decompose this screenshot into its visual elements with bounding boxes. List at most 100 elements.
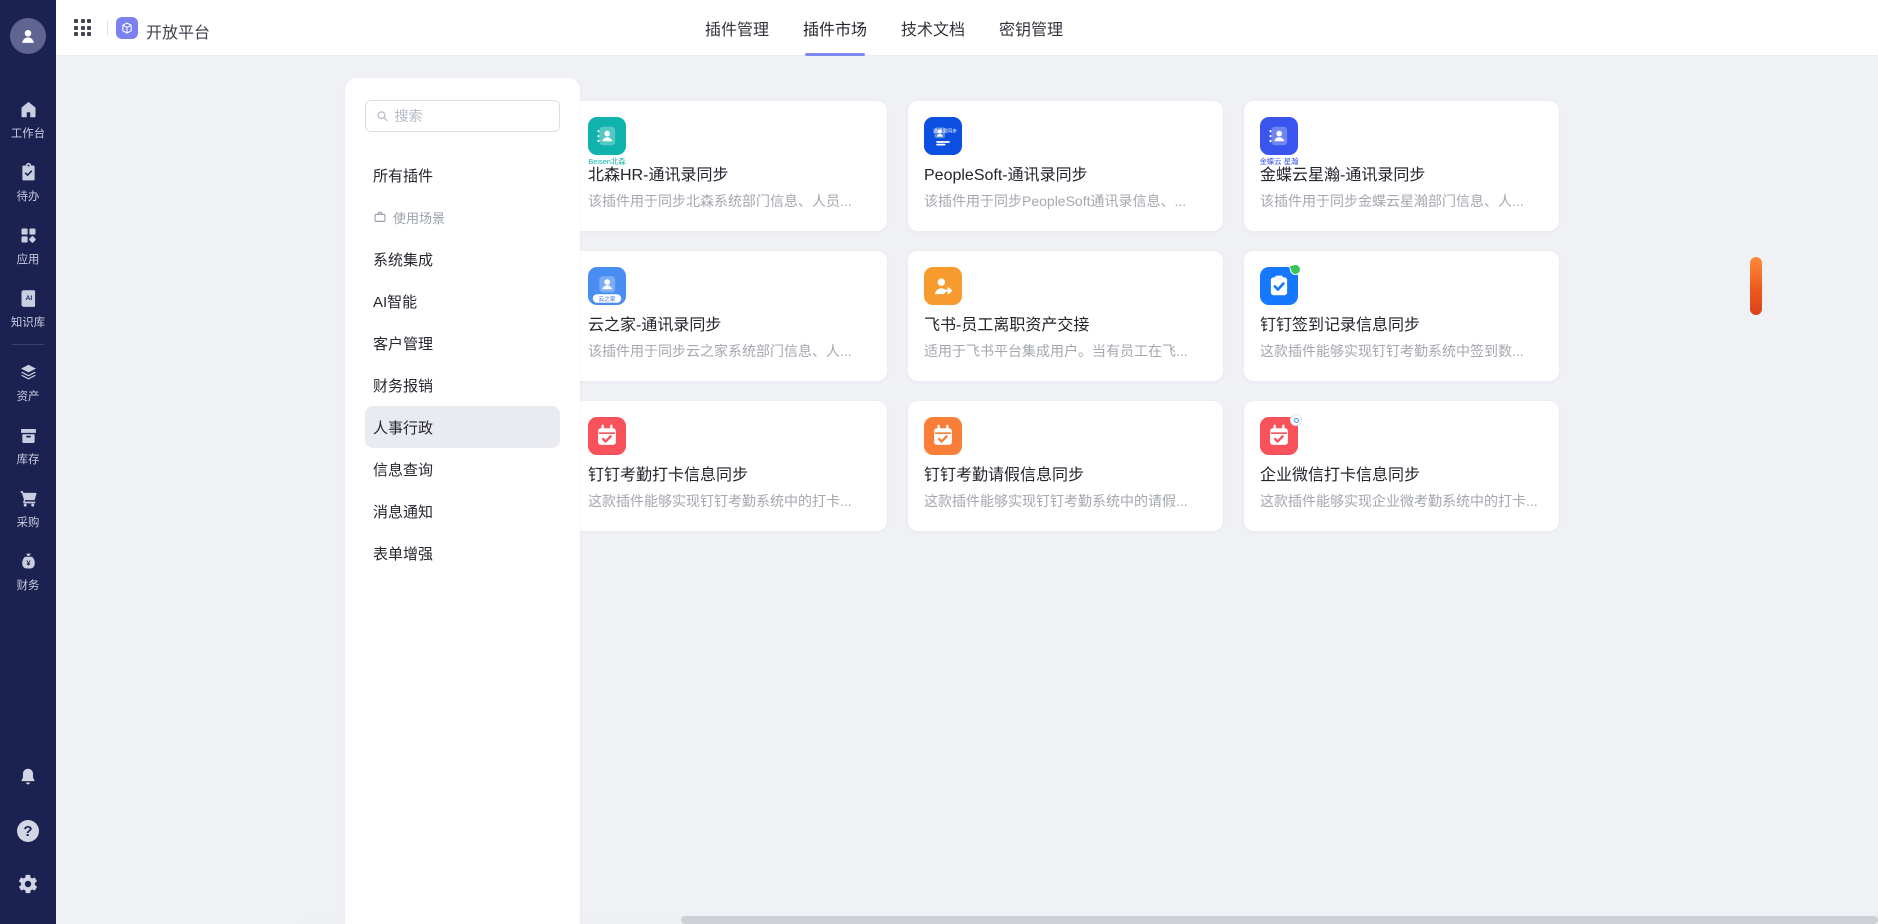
plugin-title: 北森HR-通讯录同步 (588, 161, 871, 185)
plugin-card[interactable]: 金蝶云 星瀚 金蝶云星瀚-通讯录同步 该插件用于同步金蝶云星瀚部门信息、人... (1244, 101, 1559, 231)
sidebar-item-todo[interactable]: 待办 (0, 151, 56, 214)
category-info-query[interactable]: 信息查询 (365, 448, 560, 490)
knowledge-base-icon: AI (18, 288, 39, 309)
plugin-card[interactable]: 通讯录同步 PeopleSoft-通讯录同步 该插件用于同步PeopleSoft… (908, 101, 1223, 231)
category-all-plugins[interactable]: 所有插件 (365, 154, 560, 196)
plugin-desc: 这款插件能够实现钉钉考勤系统中签到数... (1260, 341, 1545, 361)
scroll-indicator[interactable] (1750, 257, 1762, 315)
filter-panel: 所有插件 使用场景 系统集成 AI智能 客户管理 财务报销 人事行政 信息查询 … (345, 78, 580, 924)
user-avatar[interactable] (10, 18, 46, 54)
search-input[interactable] (395, 108, 550, 124)
plugin-title: PeopleSoft-通讯录同步 (924, 161, 1207, 185)
home-icon (18, 99, 39, 120)
plugin-desc: 该插件用于同步PeopleSoft通讯录信息、... (924, 191, 1209, 211)
page-title: 开放平台 (146, 19, 210, 43)
help-icon[interactable]: ? (15, 818, 41, 844)
plugin-grid: Beisen北森 北森HR-通讯录同步 该插件用于同步北森系统部门信息、人员..… (572, 101, 1559, 531)
settings-icon[interactable] (15, 871, 41, 897)
category-ai[interactable]: AI智能 (365, 280, 560, 322)
plugin-desc: 这款插件能够实现钉钉考勤系统中的打卡... (588, 491, 873, 511)
plugin-desc: 该插件用于同步北森系统部门信息、人员... (588, 191, 873, 211)
tab-key-management[interactable]: 密钥管理 (999, 0, 1063, 56)
plugin-card[interactable]: 飞书-员工离职资产交接 适用于飞书平台集成用户。当有员工在飞... (908, 251, 1223, 381)
plugin-desc: 这款插件能够实现钉钉考勤系统中的请假... (924, 491, 1209, 511)
rail-divider (12, 344, 44, 345)
plugin-card[interactable]: 钉钉签到记录信息同步 这款插件能够实现钉钉考勤系统中签到数... (1244, 251, 1559, 381)
sidebar-item-finance[interactable]: ¥ 财务 (0, 540, 56, 603)
contact-book-icon: 通讯录同步 (924, 117, 962, 155)
plugin-desc: 这款插件能够实现企业微考勤系统中的打卡... (1260, 491, 1545, 511)
plugin-title: 钉钉考勤打卡信息同步 (588, 461, 871, 485)
tab-plugin-market[interactable]: 插件市场 (803, 0, 867, 56)
category-section-header: 使用场景 (365, 196, 560, 238)
procurement-icon (18, 488, 39, 509)
category-list: 所有插件 使用场景 系统集成 AI智能 客户管理 财务报销 人事行政 信息查询 … (365, 154, 560, 574)
inventory-icon (18, 425, 39, 446)
assets-icon (18, 362, 39, 383)
category-system-integration[interactable]: 系统集成 (365, 238, 560, 280)
icon-inner-text: 通讯录同步 (933, 127, 957, 134)
sidebar-item-label: 采购 (17, 513, 40, 529)
plugin-title: 企业微信打卡信息同步 (1260, 461, 1543, 485)
finance-icon: ¥ (18, 551, 39, 572)
category-section-label: 使用场景 (393, 208, 445, 227)
clipboard-check-icon (1260, 267, 1298, 305)
plugin-desc: 适用于飞书平台集成用户。当有员工在飞... (924, 341, 1209, 361)
svg-text:AI: AI (25, 294, 32, 301)
bell-icon[interactable] (15, 764, 41, 790)
category-customer-management[interactable]: 客户管理 (365, 322, 560, 364)
plugin-title: 飞书-员工离职资产交接 (924, 311, 1207, 335)
icon-badge-label: 云之家 (593, 294, 622, 303)
sidebar-item-workbench[interactable]: 工作台 (0, 88, 56, 151)
plugin-title: 云之家-通讯录同步 (588, 311, 871, 335)
category-form-enhancement[interactable]: 表单增强 (365, 532, 560, 574)
plugin-card[interactable]: 钉钉考勤请假信息同步 这款插件能够实现钉钉考勤系统中的请假... (908, 401, 1223, 531)
briefcase-icon (373, 210, 387, 224)
plugin-card[interactable]: 云之家 云之家-通讯录同步 该插件用于同步云之家系统部门信息、人... (572, 251, 887, 381)
calendar-check-icon (588, 417, 626, 455)
person-icon (17, 25, 39, 47)
sidebar-item-label: 应用 (17, 250, 40, 266)
sidebar-item-label: 待办 (17, 187, 40, 203)
plugin-desc: 该插件用于同步金蝶云星瀚部门信息、人... (1260, 191, 1545, 211)
plugin-card[interactable]: 钉钉考勤打卡信息同步 这款插件能够实现钉钉考勤系统中的打卡... (572, 401, 887, 531)
sidebar-item-apps[interactable]: 应用 (0, 214, 56, 277)
calendar-check-icon (924, 417, 962, 455)
sidebar-item-label: 库存 (17, 450, 40, 466)
main-content: 所有插件 使用场景 系统集成 AI智能 客户管理 财务报销 人事行政 信息查询 … (56, 56, 1878, 924)
open-platform-logo-icon[interactable] (116, 17, 138, 39)
sidebar-item-knowledge-base[interactable]: AI 知识库 (0, 277, 56, 340)
category-hr-admin[interactable]: 人事行政 (365, 406, 560, 448)
sidebar-item-inventory[interactable]: 库存 (0, 414, 56, 477)
contact-book-icon (1260, 117, 1298, 155)
plugin-title: 钉钉签到记录信息同步 (1260, 311, 1543, 335)
plugin-card[interactable]: 企业微信打卡信息同步 这款插件能够实现企业微考勤系统中的打卡... (1244, 401, 1559, 531)
topbar-divider (107, 20, 108, 36)
todo-icon (18, 162, 39, 183)
sidebar-item-assets[interactable]: 资产 (0, 351, 56, 414)
sidebar-item-label: 财务 (17, 576, 40, 592)
contact-book-icon (588, 117, 626, 155)
topbar: 开放平台 插件管理 插件市场 技术文档 密钥管理 (56, 0, 1878, 56)
sidebar-item-procurement[interactable]: 采购 (0, 477, 56, 540)
sidebar-item-label: 知识库 (11, 313, 45, 329)
search-icon (376, 109, 389, 123)
horizontal-scrollbar-thumb[interactable] (681, 916, 1878, 924)
top-tabs: 插件管理 插件市场 技术文档 密钥管理 (705, 0, 1063, 56)
calendar-check-icon (1260, 417, 1298, 455)
plugin-desc: 该插件用于同步云之家系统部门信息、人... (588, 341, 873, 361)
tab-tech-docs[interactable]: 技术文档 (901, 0, 965, 56)
category-finance-reimbursement[interactable]: 财务报销 (365, 364, 560, 406)
contact-book-icon: 云之家 (588, 267, 626, 305)
sidebar-item-label: 资产 (17, 387, 40, 403)
plugin-title: 钉钉考勤请假信息同步 (924, 461, 1207, 485)
app-rail: 工作台 待办 应用 AI 知识库 资产 库存 采购 ¥ 财务 (0, 0, 56, 924)
person-arrow-icon (924, 267, 962, 305)
plugin-card[interactable]: Beisen北森 北森HR-通讯录同步 该插件用于同步北森系统部门信息、人员..… (572, 101, 887, 231)
tab-plugin-management[interactable]: 插件管理 (705, 0, 769, 56)
app-launcher-icon[interactable] (74, 19, 92, 37)
category-message-notification[interactable]: 消息通知 (365, 490, 560, 532)
magnifier-badge-icon (1290, 414, 1302, 426)
search-box[interactable] (365, 100, 560, 132)
plugin-title: 金蝶云星瀚-通讯录同步 (1260, 161, 1543, 185)
